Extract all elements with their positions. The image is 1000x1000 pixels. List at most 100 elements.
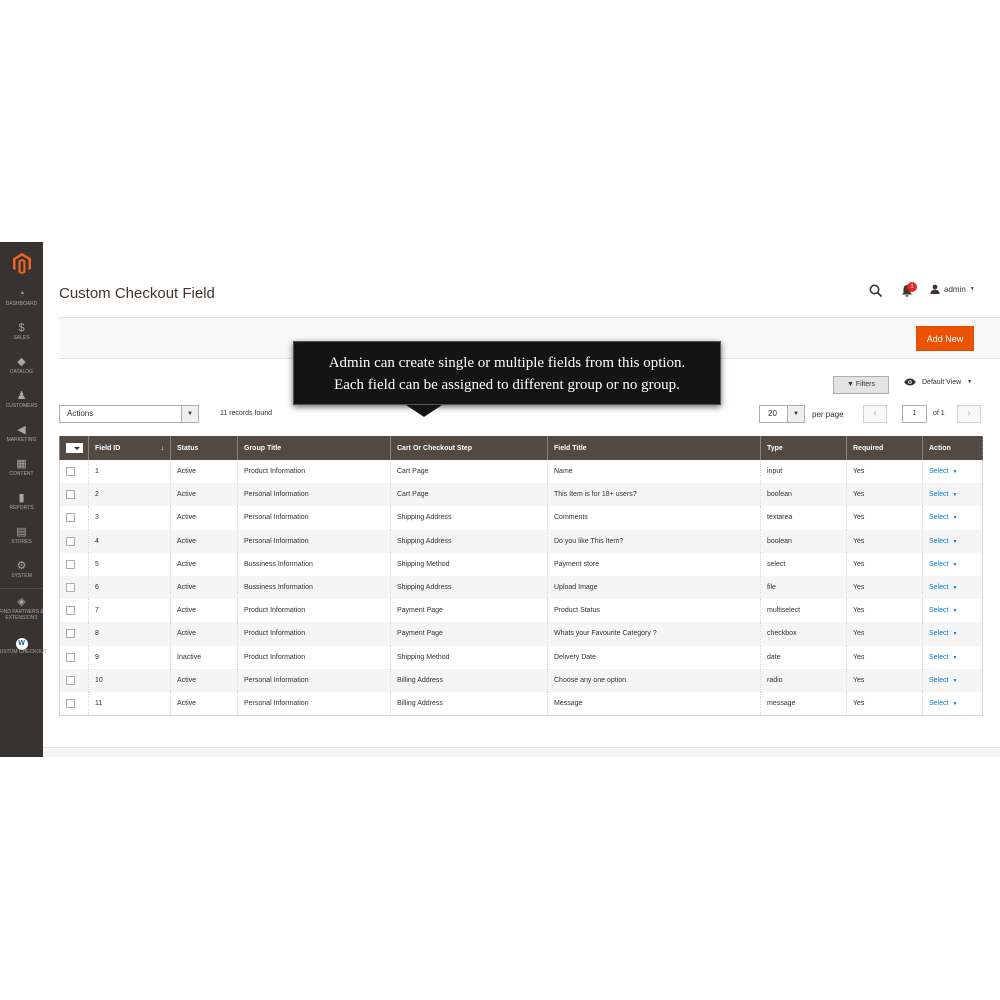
page-footer: [43, 747, 1000, 757]
sidebar-item-customers[interactable]: ♟ CUSTOMERS: [0, 389, 43, 423]
next-page-button[interactable]: ›: [957, 405, 981, 423]
chevron-right-icon: ›: [967, 408, 971, 419]
row-checkbox[interactable]: [66, 652, 75, 662]
per-page-select[interactable]: 20 ▼: [759, 405, 805, 423]
filters-label: Filters: [855, 381, 875, 388]
sidebar-item-catalog[interactable]: ◆ CATALOG: [0, 355, 43, 389]
cell-group: Personal Information: [237, 506, 391, 530]
row-action-select[interactable]: Select ▼: [929, 491, 957, 498]
table-row[interactable]: 4 Active Personal Information Shipping Addr…: [59, 529, 983, 553]
sidebar-item-label: SALES: [13, 335, 30, 341]
row-checkbox[interactable]: [66, 559, 75, 569]
table-row[interactable]: 9 Inactive Product Information Shipping Met…: [59, 645, 983, 669]
cell-title: Product Status: [547, 599, 761, 623]
cell-action: Select ▼: [922, 552, 983, 576]
column-header-required[interactable]: Required: [846, 436, 923, 460]
table-row[interactable]: 5 Active Bussiness Information Shipping Met…: [59, 552, 983, 576]
magento-logo[interactable]: [0, 248, 43, 278]
cell-required: Yes: [846, 529, 923, 553]
column-header-field-title[interactable]: Field Title: [547, 436, 761, 460]
filters-button[interactable]: ▼ Filters: [833, 376, 889, 394]
sidebar-item-label: FIND PARTNERS & EXTENSIONS: [0, 609, 44, 621]
cell-action: Select ▼: [922, 575, 983, 600]
admin-sidebar: ◔ DASHBOARD $ SALES ◆ CATALOG ♟ CUSTOMERS ◀ MARKE…: [0, 242, 47, 757]
sidebar-item-content[interactable]: ▦ CONTENT: [0, 457, 43, 491]
row-checkbox[interactable]: [66, 536, 75, 546]
row-checkbox[interactable]: [66, 467, 75, 477]
cell-title: Upload Image: [547, 575, 761, 600]
column-header-step[interactable]: Cart Or Checkout Step: [390, 436, 548, 460]
cell-required: Yes: [846, 691, 923, 716]
cell-group: Bussiness Information: [237, 552, 391, 576]
row-action-select[interactable]: Select ▼: [929, 514, 957, 521]
person-icon: ♟: [16, 390, 27, 402]
callout-line-1: Admin can create single or multiple fiel…: [328, 355, 686, 371]
mass-actions-select[interactable]: Actions ▼: [59, 405, 199, 423]
sidebar-item-custom-checkout[interactable]: W CUSTOM CHECKOUT: [0, 635, 47, 669]
row-action-select[interactable]: Select ▼: [929, 630, 957, 637]
view-switcher[interactable]: Default View ▼: [904, 378, 972, 386]
dropdown-arrow-icon: ▼: [181, 406, 198, 422]
action-label: Select: [929, 491, 949, 499]
cell-type: checkbox: [760, 622, 847, 646]
table-row[interactable]: 3 Active Personal Information Shipping Addr…: [59, 506, 983, 530]
sidebar-item-stores[interactable]: ▤ STORES: [0, 525, 43, 559]
column-header-field-id[interactable]: Field ID ↓: [88, 436, 171, 460]
row-checkbox[interactable]: [66, 675, 75, 685]
cell-title: Message: [547, 691, 761, 716]
cell-step: Shipping Address: [390, 506, 548, 530]
page-number-input[interactable]: 1: [902, 405, 927, 423]
sidebar-item-marketing[interactable]: ◀ MARKETING: [0, 423, 43, 457]
table-row[interactable]: 2 Active Personal Information Cart Page This…: [59, 483, 983, 507]
sidebar-item-find-partners-extensions[interactable]: ◈ FIND PARTNERS & EXTENSIONS: [0, 595, 44, 629]
cell-action: Select ▼: [922, 483, 983, 507]
column-header-status[interactable]: Status: [170, 436, 238, 460]
row-checkbox[interactable]: [66, 513, 75, 523]
user-menu[interactable]: admin ▼: [930, 284, 975, 294]
cell-group: Product Information: [237, 645, 391, 669]
table-row[interactable]: 10 Active Personal Information Billing Addr…: [59, 668, 983, 692]
cell-status: Active: [170, 622, 238, 646]
row-action-select[interactable]: Select ▼: [929, 584, 957, 591]
row-checkbox[interactable]: [66, 490, 75, 500]
cell-step: Shipping Method: [390, 645, 548, 669]
previous-page-button[interactable]: ‹: [863, 405, 887, 423]
content-icon: ▦: [16, 458, 27, 470]
column-header-group-title[interactable]: Group Title: [237, 436, 391, 460]
action-label: Select: [929, 560, 949, 568]
row-checkbox[interactable]: [66, 698, 75, 708]
row-checkbox[interactable]: [66, 606, 75, 616]
cell-id: 7: [88, 599, 171, 623]
row-checkbox[interactable]: [66, 583, 75, 593]
table-row[interactable]: 6 Active Bussiness Information Shipping Add…: [59, 575, 983, 600]
table-row[interactable]: 1 Active Product Information Cart Page Name i…: [59, 460, 983, 484]
row-action-select[interactable]: Select ▼: [929, 700, 957, 707]
row-action-select[interactable]: Select ▼: [929, 677, 957, 684]
sidebar-item-dashboard[interactable]: ◔ DASHBOARD: [0, 287, 43, 321]
select-all-checkbox[interactable]: [59, 436, 89, 460]
search-icon[interactable]: [869, 284, 883, 298]
column-header-action: Action: [922, 436, 983, 460]
dropdown-arrow-icon: ▼: [787, 406, 804, 422]
table-row[interactable]: 8 Active Product Information Payment Page Wh…: [59, 622, 983, 646]
row-action-select[interactable]: Select ▼: [929, 654, 957, 661]
sidebar-item-reports[interactable]: ▮ REPORTS: [0, 491, 43, 525]
column-header-type[interactable]: Type: [760, 436, 847, 460]
sidebar-item-label: CUSTOMERS: [5, 403, 38, 409]
row-checkbox-cell: [59, 575, 89, 600]
row-checkbox[interactable]: [66, 629, 75, 639]
chevron-down-icon: ▼: [967, 379, 973, 385]
row-action-select[interactable]: Select ▼: [929, 607, 957, 614]
sidebar-item-sales[interactable]: $ SALES: [0, 321, 43, 355]
table-row[interactable]: 7 Active Product Information Payment Page Pr…: [59, 599, 983, 623]
row-action-select[interactable]: Select ▼: [929, 468, 957, 475]
table-row[interactable]: 11 Active Personal Information Billing Addr…: [59, 691, 983, 716]
add-new-button[interactable]: Add New: [916, 326, 974, 351]
cell-action: Select ▼: [922, 668, 983, 692]
row-action-select[interactable]: Select ▼: [929, 561, 957, 568]
row-action-select[interactable]: Select ▼: [929, 538, 957, 545]
chevron-left-icon: ‹: [873, 408, 877, 419]
cell-status: Active: [170, 552, 238, 576]
cell-step: Cart Page: [390, 483, 548, 507]
sidebar-item-label: CONTENT: [9, 471, 34, 477]
